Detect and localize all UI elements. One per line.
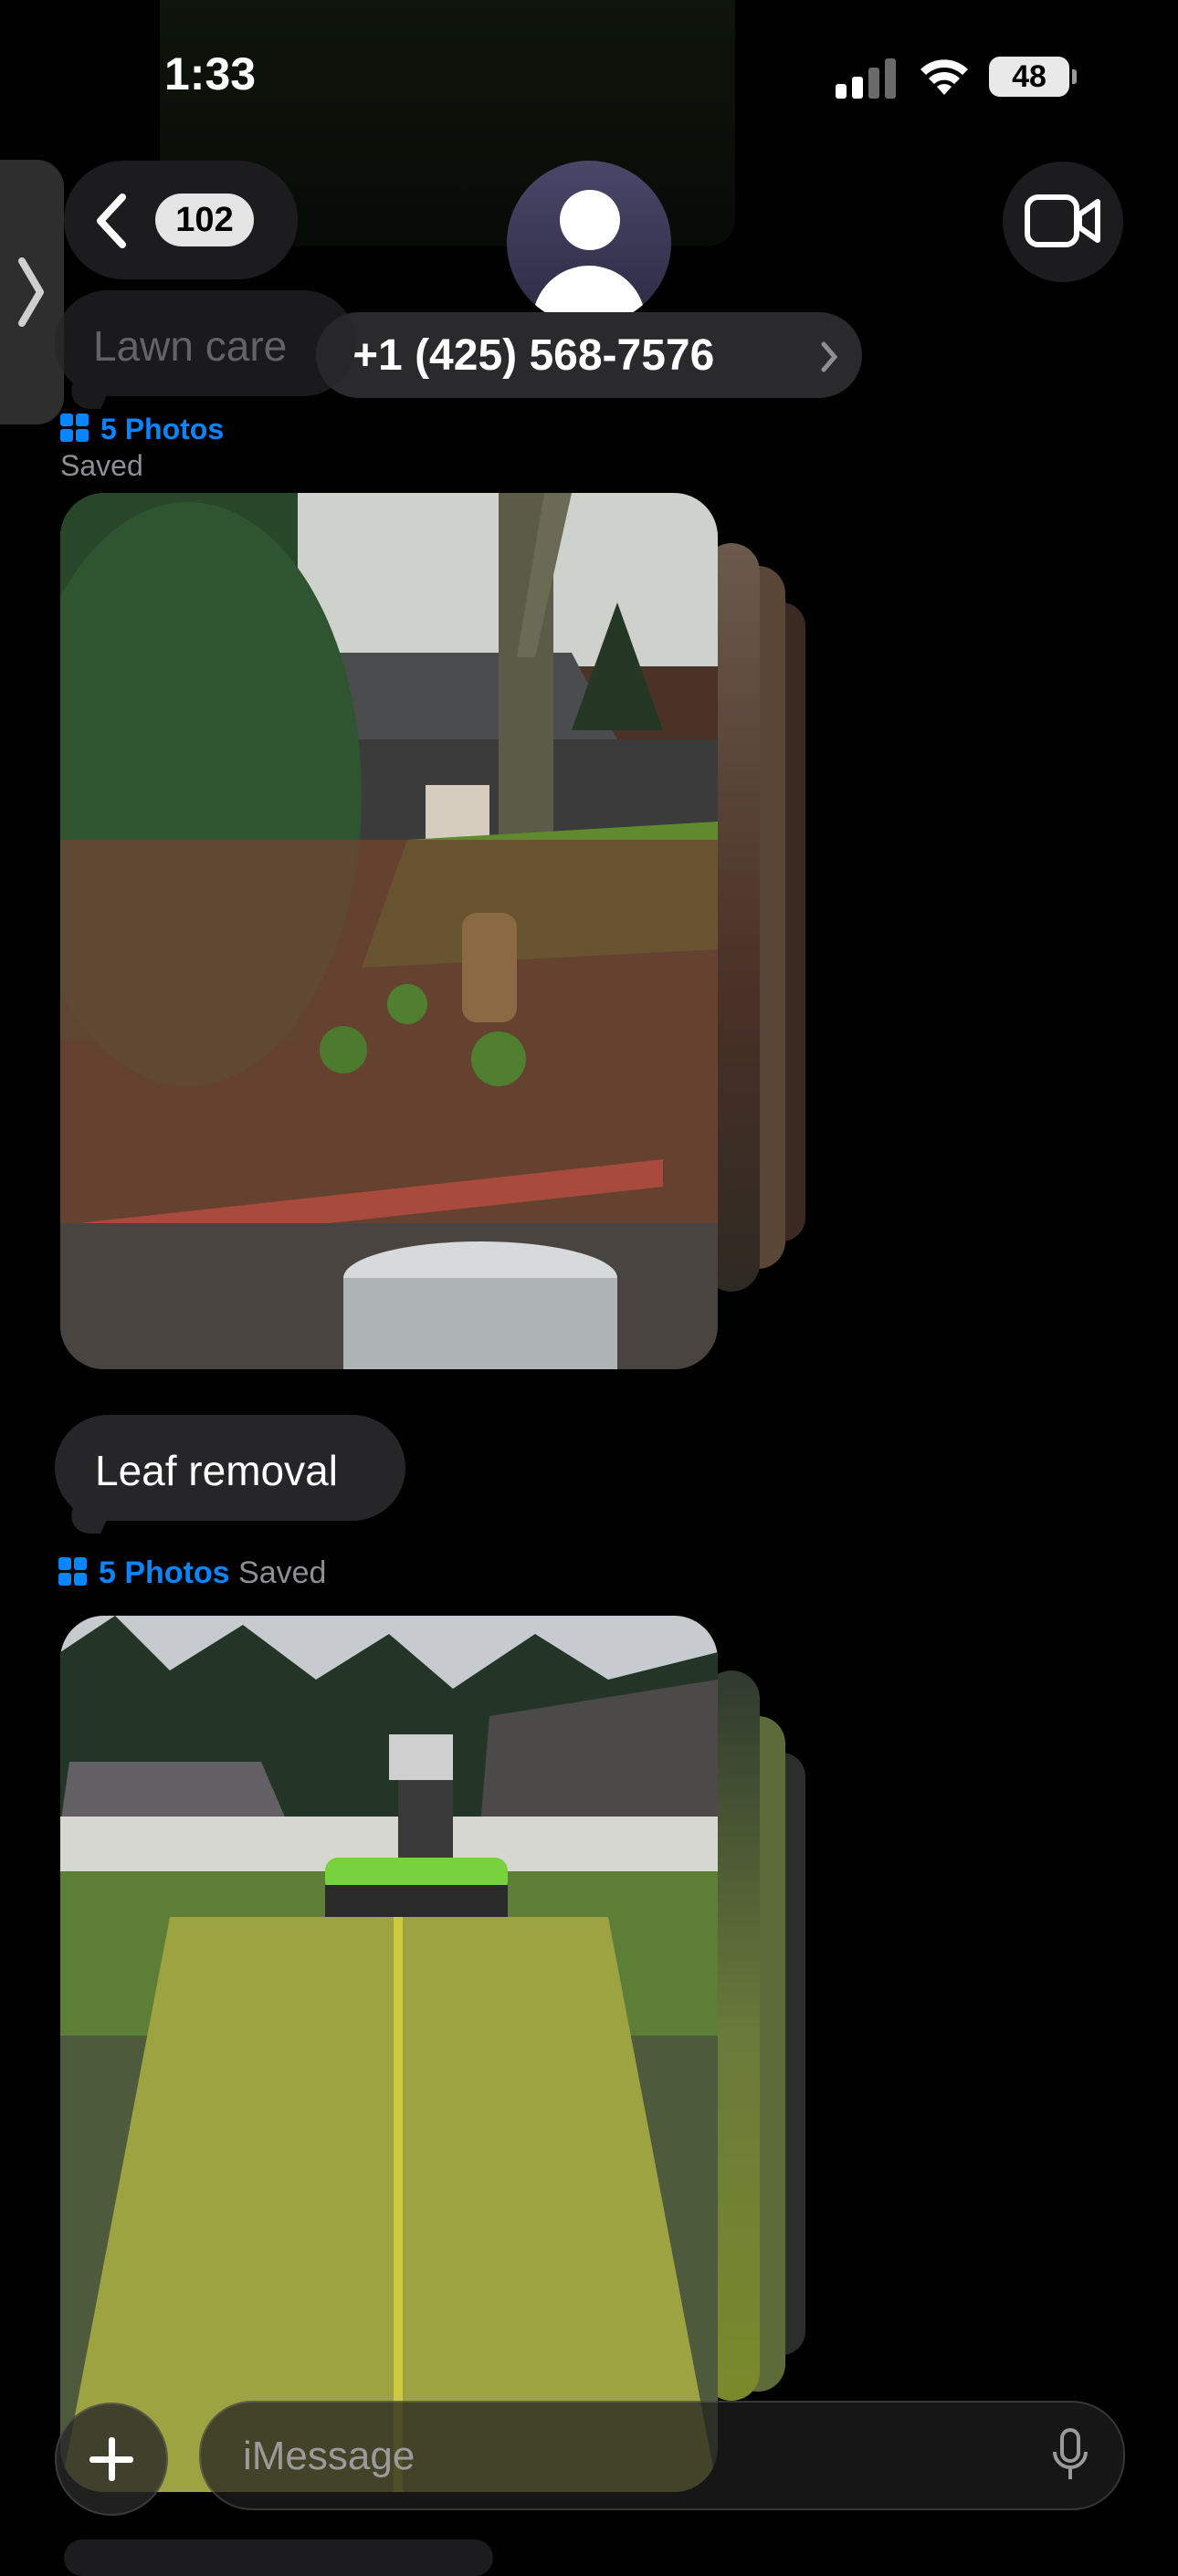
plus-button[interactable] <box>55 2403 168 2516</box>
microphone-icon[interactable] <box>1052 2428 1089 2483</box>
contact-phone-number: +1 (425) 568-7576 <box>352 331 715 380</box>
contact-chevron-icon <box>821 341 838 372</box>
drawer-chevron-icon <box>18 257 44 327</box>
battery-indicator: 48 <box>989 57 1069 97</box>
cellular-signal-icon <box>836 58 896 99</box>
photos-count[interactable]: 5 Photos <box>100 413 224 445</box>
bubble-tail <box>60 1503 115 1534</box>
photo-grid-icon <box>58 1557 88 1586</box>
wifi-icon <box>920 59 968 95</box>
photos-count[interactable]: 5 Photos <box>99 1555 230 1590</box>
photo-attachment[interactable] <box>60 1616 718 2492</box>
photo-attachment[interactable] <box>60 493 718 1369</box>
message-bubble[interactable]: Leaf removal <box>55 1415 405 1534</box>
saved-text: Saved <box>238 1555 327 1590</box>
bubble-tail <box>60 378 115 409</box>
unread-count-badge: 102 <box>155 194 254 246</box>
photos-saved-label: 5 Photos <box>60 413 224 446</box>
contact-name-pill[interactable]: +1 (425) 568-7576 <box>316 312 862 398</box>
garden-photo <box>60 493 718 1369</box>
avatar-head <box>560 190 620 250</box>
facetime-video-button[interactable] <box>1003 162 1123 282</box>
message-text: Lawn care <box>93 322 288 370</box>
message-bubble[interactable]: Lawn care <box>55 290 356 409</box>
saved-text: Saved <box>60 449 143 482</box>
saved-label: Saved <box>60 449 143 483</box>
status-bar: 1:33 48 <box>0 0 1178 155</box>
next-message-peek <box>64 2539 493 2576</box>
back-chevron-icon <box>97 194 126 248</box>
video-camera-icon <box>1025 194 1100 247</box>
driveway-photo <box>60 1616 718 2492</box>
photos-saved-label: 5 Photos Saved <box>58 1555 326 1591</box>
back-button[interactable]: 102 <box>64 161 298 279</box>
battery-cap <box>1072 69 1077 84</box>
conversation-drawer-tab[interactable] <box>0 160 64 424</box>
photo-grid-icon <box>60 414 89 443</box>
status-time: 1:33 <box>164 48 257 99</box>
contact-avatar[interactable] <box>507 161 671 325</box>
input-placeholder: iMessage <box>243 2434 415 2478</box>
imessage-input[interactable]: iMessage <box>199 2401 1125 2510</box>
message-text: Leaf removal <box>95 1447 338 1494</box>
